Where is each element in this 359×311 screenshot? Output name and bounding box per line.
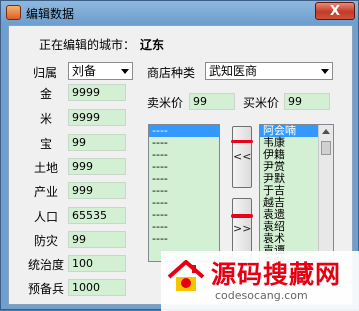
buy-rice-price-label: 买米价 [243, 96, 280, 110]
chevron-down-icon [121, 69, 129, 74]
land-field[interactable]: 999 [68, 158, 126, 175]
app-icon [6, 5, 21, 20]
right-list-scrollbar[interactable] [318, 125, 333, 261]
watermark-url: codesocang.com [215, 289, 308, 302]
owner-select-value: 刘备 [72, 64, 97, 78]
scroll-up-icon[interactable] [322, 129, 330, 134]
close-button[interactable]: X [315, 2, 355, 20]
shop-type-select-value: 武知医商 [209, 64, 258, 78]
editing-city-label: 正在编辑的城市： [39, 38, 136, 52]
red-marker-icon [231, 140, 253, 143]
rice-label: 米 [40, 112, 53, 126]
editing-city-value: 辽东 [140, 38, 165, 52]
industry-label: 产业 [34, 185, 59, 199]
window-title: 编辑数据 [26, 7, 75, 21]
edit-data-window: 编辑数据 X 正在编辑的城市： 辽东 归属 刘备 商店种类 武知医商 卖米价 9… [0, 0, 359, 311]
owner-label: 归属 [33, 66, 58, 80]
rice-field[interactable]: 9999 [68, 109, 126, 126]
owner-select[interactable]: 刘备 [68, 62, 133, 80]
land-label: 土地 [34, 161, 59, 175]
gold-label: 金 [40, 87, 53, 101]
shop-type-select[interactable]: 武知医商 [205, 62, 333, 80]
population-label: 人口 [34, 210, 59, 224]
gold-field[interactable]: 9999 [68, 84, 126, 101]
buy-rice-price-field[interactable]: 99 [284, 93, 330, 110]
industry-field[interactable]: 999 [68, 182, 126, 199]
population-field[interactable]: 65535 [68, 207, 126, 224]
sell-rice-price-field[interactable]: 99 [189, 93, 235, 110]
treasure-label: 宝 [40, 137, 53, 151]
disaster-prevention-field[interactable]: 99 [68, 231, 126, 248]
control-degree-label: 统治度 [28, 258, 65, 272]
list-item[interactable]: ---- [149, 233, 219, 245]
treasure-field[interactable]: 99 [68, 134, 126, 151]
disaster-prevention-label: 防灾 [34, 234, 59, 248]
move-left-button[interactable]: << [232, 126, 252, 188]
right-listbox[interactable]: 阿会喃 韦康 伊籍 尹赏 尹默 于吉 越吉 袁遗 袁绍 袁术 袁谭 袁熙 袁尚 [259, 124, 334, 262]
red-marker-icon [231, 214, 253, 218]
scroll-thumb[interactable] [321, 141, 331, 155]
chevron-down-icon [321, 69, 329, 74]
sell-rice-price-label: 卖米价 [147, 96, 184, 110]
title-bar[interactable]: 编辑数据 X [1, 1, 358, 25]
shop-type-label: 商店种类 [147, 66, 196, 80]
watermark-title: 源码搜藏网 [211, 260, 342, 289]
left-listbox[interactable]: ---- ---- ---- ---- ---- ---- ---- ---- … [148, 124, 220, 262]
reserve-troops-label: 预备兵 [28, 282, 65, 296]
reserve-troops-field[interactable]: 1000 [68, 279, 126, 296]
control-degree-field[interactable]: 100 [68, 255, 126, 272]
house-logo-icon [167, 260, 205, 291]
watermark: 源码搜藏网 codesocang.com [161, 251, 359, 311]
